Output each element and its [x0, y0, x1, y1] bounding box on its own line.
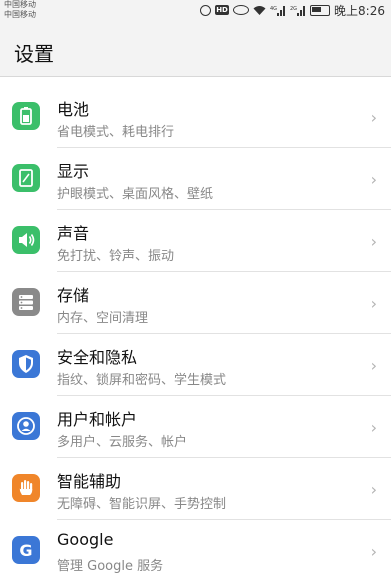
display-icon — [12, 164, 40, 192]
settings-item-subtitle: 内存、空间清理 — [57, 311, 149, 326]
settings-item-subtitle: 护眼模式、桌面风格、壁纸 — [57, 187, 214, 202]
chevron-right-icon: › — [370, 108, 377, 127]
settings-item-google[interactable]: G Google 管理 Google 服务 › — [0, 520, 391, 582]
settings-item-title: 电池 — [57, 100, 90, 119]
settings-item-accounts[interactable]: 用户和帐户 多用户、云服务、帐户 › — [0, 396, 391, 458]
shield-icon — [12, 350, 40, 378]
settings-item-subtitle: 无障碍、智能识屏、手势控制 — [57, 497, 227, 512]
settings-item-subtitle: 免打扰、铃声、振动 — [57, 249, 175, 264]
settings-item-subtitle: 管理 Google 服务 — [57, 559, 164, 574]
settings-item-subtitle: 指纹、锁屏和密码、学生模式 — [57, 373, 227, 388]
chevron-right-icon: › — [370, 418, 377, 437]
hand-icon — [12, 474, 40, 502]
svg-text:4G: 4G — [270, 6, 277, 12]
chevron-right-icon: › — [370, 294, 377, 313]
eye-icon — [233, 5, 250, 15]
user-icon — [12, 412, 40, 440]
battery-icon — [12, 102, 40, 130]
google-icon: G — [12, 536, 40, 564]
settings-item-sound[interactable]: 声音 免打扰、铃声、振动 › — [0, 210, 391, 272]
status-time: 晚上8:26 — [334, 3, 385, 18]
settings-item-title: 存储 — [57, 286, 90, 305]
status-icons: HD 4G 2G 晚上8:26 — [200, 2, 385, 18]
settings-item-title: 声音 — [57, 224, 90, 243]
settings-item-battery[interactable]: 电池 省电模式、耗电排行 › — [0, 86, 391, 148]
storage-icon — [12, 288, 40, 316]
chevron-right-icon: › — [370, 232, 377, 251]
carrier-1: 中国移动 — [4, 0, 36, 9]
settings-item-security[interactable]: 安全和隐私 指纹、锁屏和密码、学生模式 › — [0, 334, 391, 396]
svg-text:2G: 2G — [290, 6, 297, 12]
hd-icon: HD — [215, 5, 230, 15]
wifi-icon — [253, 5, 266, 15]
carrier-info: 中国移动 中国移动 — [4, 0, 36, 20]
settings-item-subtitle: 省电模式、耗电排行 — [57, 125, 175, 140]
header-divider — [0, 76, 391, 77]
alarm-icon — [200, 4, 212, 16]
header: 设置 — [0, 22, 391, 76]
page-title: 设置 — [14, 42, 54, 66]
settings-list: 电池 省电模式、耗电排行 › 显示 护眼模式、桌面风格、壁纸 › 声音 免打扰、… — [0, 86, 391, 582]
settings-item-title: 安全和隐私 — [57, 348, 138, 367]
svg-text:G: G — [19, 541, 32, 560]
settings-item-display[interactable]: 显示 护眼模式、桌面风格、壁纸 › — [0, 148, 391, 210]
signal-2g-icon: 2G — [290, 5, 306, 16]
chevron-right-icon: › — [370, 542, 377, 561]
speaker-icon — [12, 226, 40, 254]
chevron-right-icon: › — [370, 480, 377, 499]
battery-icon — [310, 4, 331, 16]
signal-4g-icon: 4G — [270, 5, 286, 16]
carrier-2: 中国移动 — [4, 10, 36, 19]
settings-item-title: 智能辅助 — [57, 472, 122, 491]
chevron-right-icon: › — [370, 170, 377, 189]
status-bar: 中国移动 中国移动 HD 4G 2G 晚上8:26 — [0, 0, 391, 22]
settings-item-smart-assist[interactable]: 智能辅助 无障碍、智能识屏、手势控制 › — [0, 458, 391, 520]
settings-item-title: Google — [57, 530, 114, 549]
chevron-right-icon: › — [370, 356, 377, 375]
settings-item-title: 显示 — [57, 162, 90, 181]
settings-item-storage[interactable]: 存储 内存、空间清理 › — [0, 272, 391, 334]
settings-item-subtitle: 多用户、云服务、帐户 — [57, 435, 188, 450]
settings-item-title: 用户和帐户 — [57, 410, 138, 429]
